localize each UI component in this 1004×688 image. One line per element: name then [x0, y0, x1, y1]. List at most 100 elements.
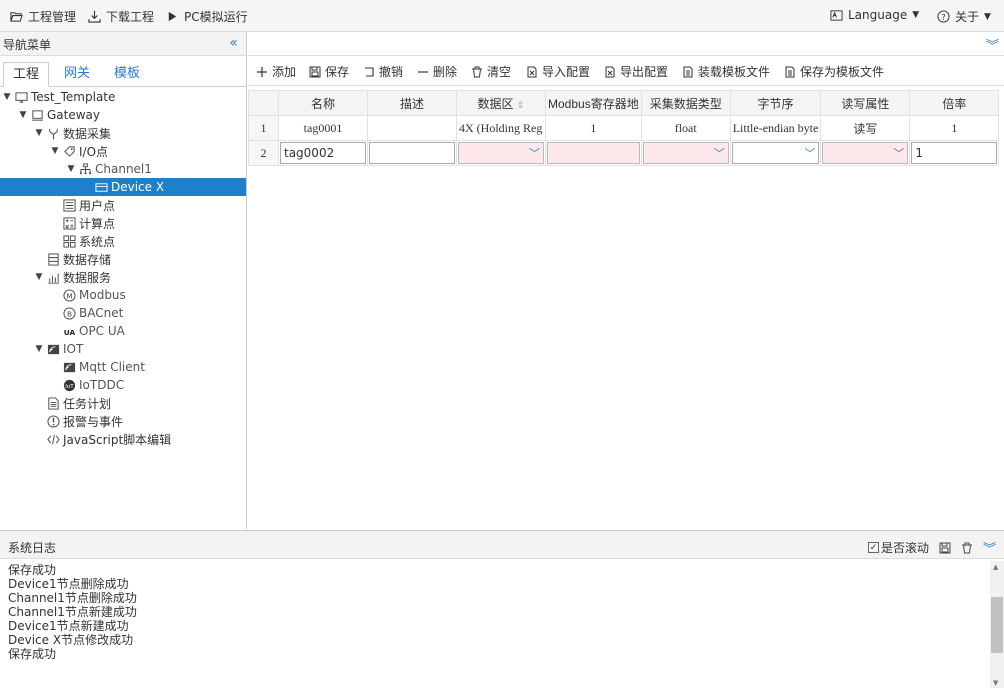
content-header: ︾ — [248, 32, 1004, 56]
col-header-data-type[interactable]: 采集数据类型 — [640, 90, 731, 116]
table-row-editing[interactable]: 2 tag0002 ﹀ ﹀ ﹀ ﹀ 1 — [248, 140, 1000, 166]
row-number: 2 — [248, 140, 279, 166]
cell-data-area[interactable]: 4X (Holding Reg — [456, 115, 546, 141]
scroll-down-icon[interactable]: ▼ — [993, 679, 998, 687]
clear-log-icon[interactable] — [961, 542, 973, 554]
expand-icon[interactable]: ▼ — [2, 92, 12, 102]
col-header-description[interactable]: 描述 — [367, 90, 457, 116]
tree-node-mqtt-client[interactable]: Mqtt Client — [63, 358, 145, 376]
expand-icon[interactable]: ▼ — [50, 146, 60, 156]
load-template-button[interactable]: 装载模板文件 — [682, 63, 770, 80]
col-header-rw[interactable]: 读写属性 — [820, 90, 911, 116]
tab-template[interactable]: 模板 — [104, 62, 150, 87]
cell-name[interactable]: tag0001 — [278, 115, 368, 141]
cell-description-edit — [367, 140, 457, 166]
play-icon — [168, 11, 177, 22]
data-area-select[interactable]: ﹀ — [458, 142, 544, 164]
cell-rw-edit: ﹀ — [820, 140, 911, 166]
row-number: 1 — [248, 115, 279, 141]
save-button[interactable]: 保存 — [309, 63, 349, 80]
cell-modbus-address[interactable]: 1 — [545, 115, 642, 141]
points-toolbar: 添加 保存 撤销 删除 清空 导入配置 导出配置 装载模板文件 保存为模板文件 — [248, 56, 1004, 86]
description-input[interactable] — [369, 142, 455, 164]
log-line: Device1节点删除成功 — [8, 577, 129, 591]
tree-node-user-points[interactable]: 用户点 — [63, 196, 115, 214]
tree-node-task-plan[interactable]: 任务计划 — [47, 394, 111, 412]
byte-order-select[interactable]: ﹀ — [731, 142, 820, 164]
tree-node-calc-points[interactable]: 计算点 — [63, 214, 115, 232]
cell-rw[interactable]: 读写 — [820, 115, 911, 141]
tab-project[interactable]: 工程 — [3, 62, 49, 87]
log-scrollbar[interactable]: ▲ ▼ — [990, 561, 1004, 688]
log-content: 保存成功 Device1节点删除成功 Channel1节点删除成功 Channe… — [8, 563, 137, 661]
expand-icon[interactable]: ▼ — [34, 344, 44, 354]
tree-node-alarms-events[interactable]: 报警与事件 — [47, 412, 123, 430]
rw-select[interactable]: ﹀ — [822, 142, 909, 164]
cell-byte-order-edit: ﹀ — [729, 140, 822, 166]
tree-node-data-storage[interactable]: 数据存储 — [47, 250, 111, 268]
tab-gateway[interactable]: 网关 — [54, 62, 100, 87]
modbus-address-input[interactable] — [547, 142, 640, 164]
col-header-modbus-address[interactable]: Modbus寄存器地 — [545, 90, 642, 116]
tree-node-io-points[interactable]: ▼ I/O点 — [50, 142, 109, 160]
caret-down-icon: ▼ — [912, 10, 920, 20]
name-input[interactable]: tag0002 — [280, 142, 366, 164]
tree-node-data-acquisition[interactable]: ▼ 数据采集 — [34, 124, 111, 142]
chevron-down-icon[interactable]: ﹀ — [714, 143, 725, 164]
col-header-scale[interactable]: 倍率 — [909, 90, 1000, 116]
chevron-down-icon[interactable]: ﹀ — [529, 143, 540, 164]
tree-node-bacnet[interactable]: B BACnet — [63, 304, 123, 322]
sort-icon[interactable]: ⇕ — [517, 100, 525, 110]
expand-icon[interactable]: ▼ — [18, 110, 28, 120]
save-log-icon[interactable] — [939, 542, 951, 554]
tree-node-modbus[interactable]: M Modbus — [63, 286, 126, 304]
collapse-nav-icon[interactable]: « — [229, 35, 238, 51]
clear-button[interactable]: 清空 — [471, 63, 511, 80]
cell-description[interactable] — [367, 115, 457, 141]
tree-node-iotddc[interactable]: IoT IoTDDC — [63, 376, 124, 394]
scroll-thumb[interactable] — [991, 597, 1003, 653]
cell-scale[interactable]: 1 — [909, 115, 1000, 141]
scale-input[interactable]: 1 — [911, 142, 998, 164]
collapse-chevron-icon[interactable]: ︾ — [986, 35, 999, 54]
save-as-template-button[interactable]: 保存为模板文件 — [784, 63, 884, 80]
chevron-down-icon[interactable]: ﹀ — [804, 143, 815, 164]
collapse-log-icon[interactable]: ︾ — [983, 538, 996, 557]
opc-ua-icon: UA — [64, 328, 76, 337]
table-row[interactable]: 1 tag0001 4X (Holding Reg 1 float Little… — [248, 115, 1000, 141]
import-config-button[interactable]: 导入配置 — [526, 63, 590, 80]
autoscroll-checkbox[interactable]: ✓ 是否滚动 — [867, 539, 929, 556]
expand-icon[interactable]: ▼ — [34, 272, 44, 282]
add-button[interactable]: 添加 — [256, 63, 296, 80]
tree-node-system-points[interactable]: 系统点 — [63, 232, 115, 250]
scroll-up-icon[interactable]: ▲ — [993, 563, 998, 571]
language-menu[interactable]: Language ▼ — [830, 8, 919, 22]
expand-icon[interactable]: ▼ — [66, 164, 76, 174]
file-text-icon — [683, 66, 693, 77]
import-file-icon — [527, 66, 537, 77]
chevron-down-icon[interactable]: ﹀ — [893, 143, 904, 164]
about-menu[interactable]: ? 关于 ▼ — [937, 8, 991, 25]
tree-node-device-x[interactable]: Device X — [0, 178, 246, 196]
col-header-byte-order[interactable]: 字节序 — [729, 90, 822, 116]
calculator-icon — [63, 216, 76, 230]
expand-icon[interactable]: ▼ — [34, 128, 44, 138]
tree-node-test-template[interactable]: ▼ Test_Template — [2, 88, 116, 106]
tree-node-iot[interactable]: ▼ IOT — [34, 340, 84, 358]
export-config-button[interactable]: 导出配置 — [604, 63, 668, 80]
download-project-menu[interactable]: 下载工程 — [88, 8, 154, 25]
tree-node-channel1[interactable]: ▼ Channel1 — [66, 160, 152, 178]
delete-button[interactable]: 删除 — [417, 63, 457, 80]
data-type-select[interactable]: ﹀ — [642, 142, 729, 164]
col-header-name[interactable]: 名称 — [278, 90, 368, 116]
pc-simulate-menu[interactable]: PC模拟运行 — [166, 8, 248, 25]
tree-node-gateway[interactable]: ▼ Gateway — [18, 106, 100, 124]
col-header-data-area[interactable]: 数据区 ⇕ — [456, 90, 546, 116]
project-manage-menu[interactable]: 工程管理 — [10, 8, 76, 25]
undo-button[interactable]: 撤销 — [363, 63, 403, 80]
cell-byte-order[interactable]: Little-endian byte — [729, 115, 822, 141]
cell-data-type[interactable]: float — [640, 115, 731, 141]
tree-node-data-service[interactable]: ▼ 数据服务 — [34, 268, 111, 286]
tree-node-js-editor[interactable]: JavaScript脚本编辑 — [47, 430, 171, 448]
tree-node-opc-ua[interactable]: UA OPC UA — [63, 322, 125, 340]
